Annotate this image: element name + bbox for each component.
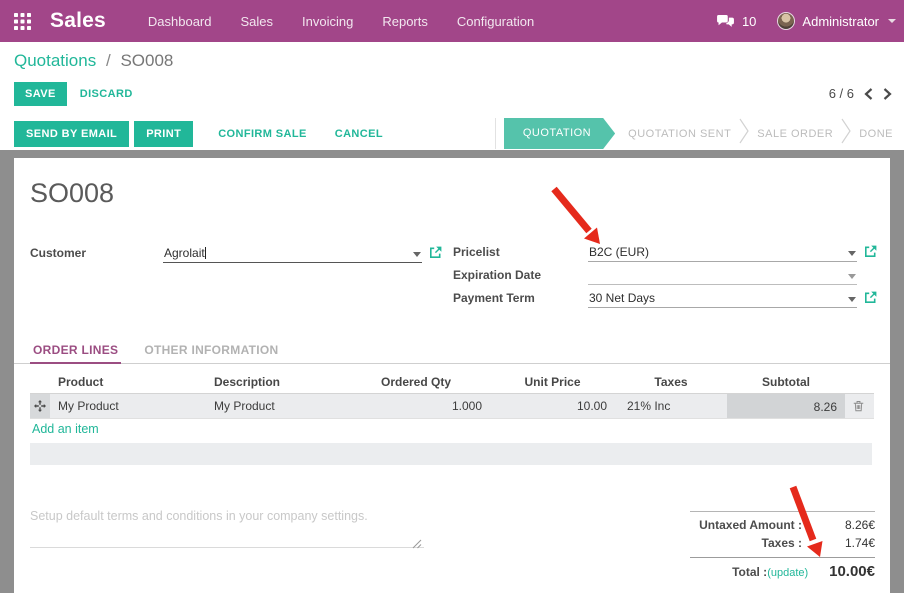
- nav-item-invoicing[interactable]: Invoicing: [302, 14, 353, 29]
- form-right-column: Pricelist B2C (EUR) Expiration Date Paym…: [453, 243, 877, 312]
- actions-row: SEND BY EMAIL PRINT CONFIRM SALE CANCEL …: [0, 118, 904, 149]
- pricelist-value: B2C (EUR): [589, 245, 649, 259]
- payment-term-value: 30 Net Days: [589, 291, 655, 305]
- discard-button[interactable]: DISCARD: [80, 88, 133, 100]
- stage-chevron-icon: [739, 118, 749, 149]
- notebook-tabs: ORDER LINES OTHER INFORMATION: [14, 340, 890, 364]
- column-header-subtotal: Subtotal: [727, 375, 845, 389]
- drag-handle-icon[interactable]: [30, 394, 50, 418]
- update-total-link[interactable]: (update): [767, 567, 815, 579]
- terms-textarea-underline: [30, 547, 424, 548]
- nav-item-sales[interactable]: Sales: [241, 14, 274, 29]
- cell-taxes[interactable]: 21% Inc: [615, 399, 727, 413]
- nav-item-dashboard[interactable]: Dashboard: [148, 14, 212, 29]
- main-menu: Dashboard Sales Invoicing Reports Config…: [148, 14, 534, 29]
- top-navbar: Sales Dashboard Sales Invoicing Reports …: [0, 0, 904, 42]
- record-title: SO008: [30, 178, 114, 209]
- odoo-app-window: Sales Dashboard Sales Invoicing Reports …: [0, 0, 904, 602]
- pager-counter: 6 / 6: [829, 86, 854, 101]
- app-brand-title[interactable]: Sales: [50, 9, 106, 33]
- textarea-resize-icon[interactable]: [412, 536, 422, 554]
- stage-done[interactable]: DONE: [856, 128, 896, 140]
- column-header-ordered-qty: Ordered Qty: [342, 375, 490, 389]
- nav-item-configuration[interactable]: Configuration: [457, 14, 534, 29]
- table-header-row: Product Description Ordered Qty Unit Pri…: [30, 370, 874, 393]
- pricelist-label: Pricelist: [453, 243, 588, 259]
- save-discard-row: SAVE DISCARD: [14, 82, 133, 106]
- cell-product[interactable]: My Product: [50, 399, 202, 413]
- column-header-product: Product: [50, 375, 202, 389]
- record-pager: 6 / 6: [829, 86, 892, 101]
- form-left-column: Customer Agrolait: [30, 244, 442, 267]
- pager-next-icon[interactable]: [883, 88, 892, 100]
- quotation-sheet: SO008 Customer Agrolait Pricelist B2C (E…: [14, 158, 890, 593]
- navbar-right: 10 Administrator: [716, 12, 896, 30]
- untaxed-amount-value: 8.26€: [815, 518, 875, 532]
- cell-ordered-qty[interactable]: 1.000: [342, 399, 490, 413]
- tab-other-information[interactable]: OTHER INFORMATION: [141, 343, 281, 363]
- totals-panel: Untaxed Amount : 8.26€ Taxes : 1.74€ Tot…: [690, 511, 875, 580]
- add-an-item-link[interactable]: Add an item: [32, 422, 99, 436]
- print-button[interactable]: PRINT: [134, 121, 193, 147]
- confirm-sale-button[interactable]: CONFIRM SALE: [218, 128, 307, 140]
- pager-previous-icon[interactable]: [864, 88, 873, 100]
- taxes-label: Taxes :: [690, 536, 815, 550]
- customer-label: Customer: [30, 244, 163, 260]
- payment-term-external-link-icon[interactable]: [864, 291, 877, 309]
- payment-term-label: Payment Term: [453, 289, 588, 305]
- stage-sale-order[interactable]: SALE ORDER: [754, 128, 836, 140]
- user-menu-caret-icon[interactable]: [888, 19, 896, 23]
- breadcrumb-quotations-link[interactable]: Quotations: [14, 51, 96, 70]
- stage-chevron-icon: [841, 118, 851, 149]
- messages-count[interactable]: 10: [742, 14, 756, 29]
- statusbar: QUOTATION QUOTATION SENT SALE ORDER DONE: [495, 118, 904, 149]
- control-panel: Quotations / SO008 SAVE DISCARD 6 / 6 SE…: [0, 42, 904, 150]
- stage-quotation-sent[interactable]: QUOTATION SENT: [625, 128, 734, 140]
- user-avatar[interactable]: [777, 12, 795, 30]
- pricelist-input[interactable]: B2C (EUR): [588, 243, 857, 262]
- payment-term-input[interactable]: 30 Net Days: [588, 289, 857, 308]
- column-header-unit-price: Unit Price: [490, 375, 615, 389]
- terms-placeholder[interactable]: Setup default terms and conditions in yo…: [30, 509, 410, 523]
- save-button[interactable]: SAVE: [14, 82, 67, 106]
- apps-grid-icon[interactable]: [14, 13, 31, 30]
- column-header-description: Description: [202, 375, 342, 389]
- user-menu-name[interactable]: Administrator: [802, 14, 879, 29]
- text-cursor: [205, 247, 206, 259]
- cell-subtotal: 8.26: [727, 394, 845, 418]
- form-view-page: SO008 Customer Agrolait Pricelist B2C (E…: [0, 150, 904, 593]
- breadcrumb-current-record: SO008: [120, 51, 173, 70]
- order-lines-table: Product Description Ordered Qty Unit Pri…: [30, 370, 874, 419]
- expiration-date-dropdown-icon[interactable]: [848, 274, 856, 279]
- tab-order-lines[interactable]: ORDER LINES: [30, 343, 121, 364]
- expiration-date-input[interactable]: [588, 266, 857, 285]
- cell-unit-price[interactable]: 10.00: [490, 399, 615, 413]
- customer-dropdown-icon[interactable]: [413, 252, 421, 257]
- expiration-date-label: Expiration Date: [453, 266, 588, 282]
- total-label: Total :: [690, 565, 767, 579]
- delete-line-trash-icon[interactable]: [845, 400, 871, 412]
- order-line-row[interactable]: My Product My Product 1.000 10.00 21% In…: [30, 393, 874, 419]
- pricelist-external-link-icon[interactable]: [864, 245, 877, 263]
- customer-input[interactable]: Agrolait: [163, 244, 422, 263]
- stage-quotation[interactable]: QUOTATION: [504, 118, 615, 149]
- customer-value: Agrolait: [164, 246, 205, 260]
- nav-item-reports[interactable]: Reports: [382, 14, 428, 29]
- cancel-button[interactable]: CANCEL: [335, 128, 383, 140]
- pricelist-dropdown-icon[interactable]: [848, 251, 856, 256]
- payment-term-dropdown-icon[interactable]: [848, 297, 856, 302]
- breadcrumb-separator: /: [106, 51, 111, 70]
- column-header-taxes: Taxes: [615, 375, 727, 389]
- messages-icon[interactable]: [716, 14, 735, 29]
- cell-description[interactable]: My Product: [202, 399, 342, 413]
- total-value: 10.00€: [815, 563, 875, 580]
- untaxed-amount-label: Untaxed Amount :: [690, 518, 815, 532]
- customer-external-link-icon[interactable]: [429, 246, 442, 264]
- breadcrumb: Quotations / SO008: [14, 51, 173, 71]
- empty-section-bar: [30, 443, 872, 465]
- taxes-value: 1.74€: [815, 536, 875, 550]
- send-by-email-button[interactable]: SEND BY EMAIL: [14, 121, 129, 147]
